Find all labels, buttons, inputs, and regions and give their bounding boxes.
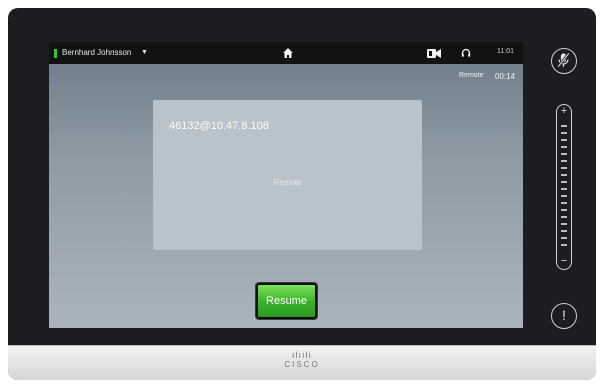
remote-label: Remote xyxy=(459,72,484,79)
alert-button[interactable]: ! xyxy=(551,303,577,329)
remote-placeholder-label: Remote xyxy=(273,178,302,187)
resume-button[interactable]: Resume xyxy=(256,283,317,319)
home-icon[interactable] xyxy=(282,47,294,59)
volume-slider[interactable]: + − xyxy=(556,104,572,270)
remote-address: 46132@10.47.8.108 xyxy=(169,120,269,132)
mute-microphone-icon xyxy=(557,52,570,68)
volume-down-button[interactable]: − xyxy=(557,256,571,267)
device-frame: Bernhard Johnsson ▼ 11:01 Remote 00:14 4… xyxy=(8,8,596,380)
caller-dropdown-caret[interactable]: ▼ xyxy=(141,49,148,56)
alert-icon: ! xyxy=(562,307,566,323)
call-duration: 00:14 xyxy=(495,72,516,81)
caller-name[interactable]: Bernhard Johnsson xyxy=(62,48,131,57)
device-bottom-bezel: ılıılı CISCO xyxy=(8,345,596,380)
clock: 11:01 xyxy=(497,48,514,55)
cisco-logo-word: CISCO xyxy=(284,360,320,369)
camera-icon[interactable] xyxy=(427,49,441,58)
status-indicator xyxy=(54,49,57,58)
mute-microphone-button[interactable] xyxy=(551,48,577,74)
volume-level-ticks xyxy=(561,125,567,251)
cisco-logo: ılıılı CISCO xyxy=(284,351,319,370)
remote-video-panel: 46132@10.47.8.108 Remote xyxy=(153,100,422,250)
volume-up-button[interactable]: + xyxy=(557,106,571,117)
touch-screen: Bernhard Johnsson ▼ 11:01 Remote 00:14 4… xyxy=(49,42,523,328)
cisco-logo-bars: ılıılı xyxy=(291,350,312,360)
headset-icon[interactable] xyxy=(461,48,471,58)
top-status-bar: Bernhard Johnsson ▼ 11:01 xyxy=(49,42,523,64)
